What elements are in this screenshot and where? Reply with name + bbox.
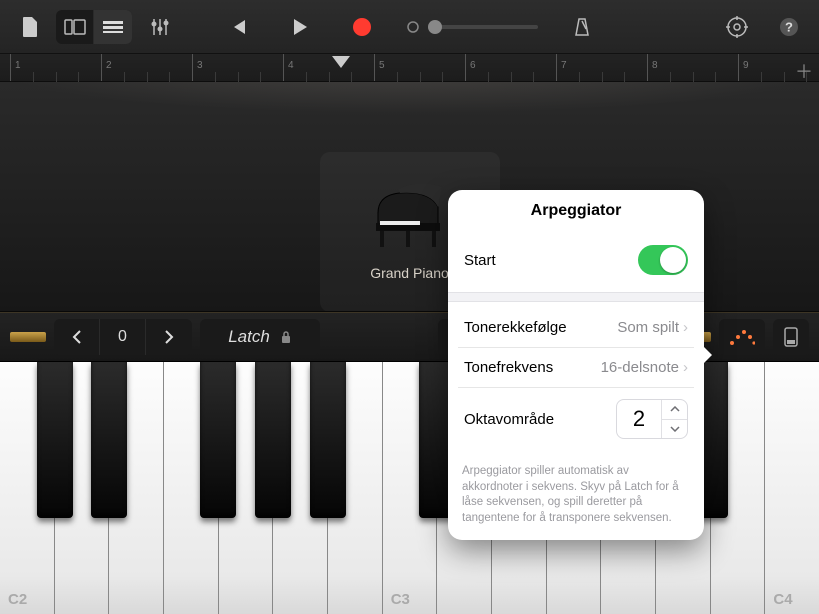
note-rate-value: 16-delsnote bbox=[601, 359, 679, 376]
settings-button[interactable] bbox=[719, 10, 755, 44]
instrument-name: Grand Piano bbox=[370, 265, 449, 281]
chevron-right-icon: › bbox=[683, 359, 688, 376]
key-label-c2: C2 bbox=[8, 591, 27, 608]
arpeggiator-icon bbox=[729, 328, 755, 346]
play-button[interactable] bbox=[282, 10, 318, 44]
black-key[interactable] bbox=[91, 362, 127, 518]
svg-text:?: ? bbox=[785, 19, 793, 34]
help-button[interactable]: ? bbox=[771, 10, 807, 44]
browser-icon bbox=[64, 19, 86, 35]
note-order-label: Tonerekkefølge bbox=[464, 319, 567, 336]
hinge-decor bbox=[10, 332, 46, 342]
octave-range-value: 2 bbox=[617, 406, 661, 432]
arp-start-row: Start bbox=[458, 234, 694, 286]
volume-slider[interactable] bbox=[428, 25, 538, 29]
popover-help-text: Arpeggiator spiller automatisk av akkord… bbox=[448, 456, 704, 540]
record-icon bbox=[353, 18, 371, 36]
tracks-icon bbox=[102, 20, 124, 34]
go-to-beginning-button[interactable] bbox=[220, 10, 256, 44]
key-label-c4: C4 bbox=[773, 591, 792, 608]
play-icon bbox=[292, 18, 308, 36]
metronome-button[interactable] bbox=[564, 10, 600, 44]
browser-view-button[interactable] bbox=[56, 10, 94, 44]
note-order-row[interactable]: Tonerekkefølge Som spilt› bbox=[458, 308, 694, 347]
rewind-icon bbox=[229, 18, 247, 36]
sliders-icon bbox=[149, 17, 171, 37]
main-toolbar: ? bbox=[0, 0, 819, 54]
timeline-ruler[interactable]: ＋ 123456789 bbox=[0, 54, 819, 82]
popover-title: Arpeggiator bbox=[448, 190, 704, 228]
chevron-right-icon bbox=[163, 330, 175, 344]
black-key[interactable] bbox=[255, 362, 291, 518]
grand-piano-icon bbox=[370, 183, 450, 253]
master-volume[interactable] bbox=[406, 20, 538, 34]
document-icon bbox=[20, 16, 40, 38]
arp-start-label: Start bbox=[464, 252, 496, 269]
view-segmented bbox=[56, 10, 132, 44]
octave-up-button[interactable] bbox=[146, 319, 192, 355]
octave-down-button[interactable] bbox=[54, 319, 100, 355]
my-songs-button[interactable] bbox=[12, 10, 48, 44]
chevron-left-icon bbox=[71, 330, 83, 344]
black-key[interactable] bbox=[200, 362, 236, 518]
note-rate-label: Tonefrekvens bbox=[464, 359, 553, 376]
latch-button[interactable]: Latch bbox=[200, 319, 320, 355]
arpeggiator-popover: Arpeggiator Start Tonerekkefølge Som spi… bbox=[448, 190, 704, 540]
gear-icon bbox=[726, 16, 748, 38]
latch-label: Latch bbox=[228, 327, 270, 347]
note-rate-row[interactable]: Tonefrekvens 16-delsnote› bbox=[458, 347, 694, 387]
octave-range-label: Oktavområde bbox=[464, 411, 554, 428]
octave-range-row: Oktavområde 2 bbox=[458, 387, 694, 450]
stepper-down-button[interactable] bbox=[662, 420, 687, 439]
keyboard-icon bbox=[783, 326, 799, 348]
chevron-up-icon bbox=[670, 406, 680, 412]
arp-start-switch[interactable] bbox=[638, 245, 688, 275]
chevron-right-icon: › bbox=[683, 319, 688, 336]
track-controls-button[interactable] bbox=[142, 10, 178, 44]
add-section-button[interactable]: ＋ bbox=[795, 58, 813, 84]
playhead[interactable] bbox=[332, 56, 350, 68]
lock-icon bbox=[280, 330, 292, 344]
tracks-view-button[interactable] bbox=[94, 10, 132, 44]
key-label-c3: C3 bbox=[391, 591, 410, 608]
record-button[interactable] bbox=[344, 10, 380, 44]
metronome-icon bbox=[573, 17, 591, 37]
help-icon: ? bbox=[779, 17, 799, 37]
black-key[interactable] bbox=[37, 362, 73, 518]
arpeggiator-button[interactable] bbox=[719, 319, 765, 355]
keyboard-layout-button[interactable] bbox=[773, 319, 809, 355]
octave-value: 0 bbox=[100, 319, 146, 355]
octave-range-stepper: 2 bbox=[616, 399, 688, 439]
white-key[interactable]: C4 bbox=[765, 362, 819, 614]
volume-low-icon bbox=[406, 20, 420, 34]
chevron-down-icon bbox=[670, 426, 680, 432]
note-order-value: Som spilt bbox=[617, 319, 679, 336]
octave-controls: 0 bbox=[54, 319, 192, 355]
stepper-up-button[interactable] bbox=[662, 400, 687, 420]
black-key[interactable] bbox=[310, 362, 346, 518]
transport-controls bbox=[220, 10, 600, 44]
